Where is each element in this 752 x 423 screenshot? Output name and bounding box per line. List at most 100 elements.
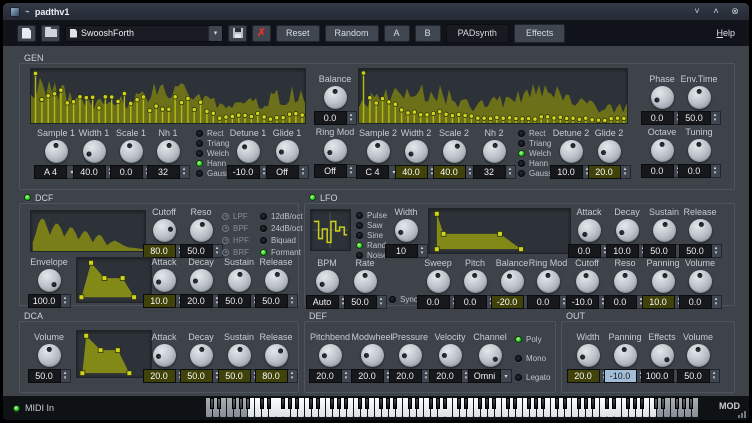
dcf-release-spinbox[interactable]: 50.0 [255, 294, 298, 308]
spin-buttons[interactable] [506, 165, 516, 179]
lfo-cutoff-knob[interactable] [576, 270, 599, 293]
lfo-pitch-knob[interactable] [464, 270, 487, 293]
b-button[interactable]: B [415, 25, 441, 42]
spin-buttons[interactable] [180, 165, 190, 179]
piano-key-black[interactable] [210, 398, 214, 409]
lfo-reso-knob[interactable] [614, 270, 637, 293]
dcf-reso-knob[interactable] [190, 219, 213, 242]
piano-key-black[interactable] [365, 398, 369, 409]
piano-key-black[interactable] [330, 398, 334, 409]
open-preset-button[interactable] [41, 25, 60, 42]
piano-key-black[interactable] [584, 398, 588, 409]
piano-key-black[interactable] [429, 398, 433, 409]
piano-key-black[interactable] [217, 398, 221, 409]
lfo-volume-knob[interactable] [689, 270, 712, 293]
gen-glide1-knob[interactable] [276, 140, 299, 163]
radio-hann[interactable]: Hann [518, 159, 552, 167]
harmonics-display-1[interactable] [30, 68, 306, 124]
piano-key-black[interactable] [633, 398, 637, 409]
piano-key-black[interactable] [295, 398, 299, 409]
lfo-rate-spinbox[interactable]: 50.0 [344, 295, 387, 309]
dcf-reso-spinbox[interactable]: 50.0 [180, 244, 223, 258]
def-pitchbend-spinbox[interactable]: 20.0 [309, 369, 352, 383]
radio-gauss[interactable]: Gauss [518, 169, 552, 177]
spin-buttons[interactable] [377, 295, 387, 309]
def-channel-combo[interactable]: Omni▾ [468, 369, 512, 383]
gen-nh1-knob[interactable] [157, 140, 180, 163]
dca-decay-knob[interactable] [190, 344, 213, 367]
def-pressure-knob[interactable] [399, 344, 422, 367]
piano-key-black[interactable] [436, 398, 440, 409]
resize-grip[interactable] [738, 411, 746, 418]
lfo-sustain-knob[interactable] [653, 219, 676, 242]
piano-key-black[interactable] [478, 398, 482, 409]
piano-key-black[interactable] [591, 398, 595, 409]
piano-key-black[interactable] [563, 398, 567, 409]
spin-buttons[interactable] [61, 294, 71, 308]
lfo-env-display[interactable] [428, 208, 571, 254]
piano-key-black[interactable] [246, 398, 250, 409]
save-preset-button[interactable] [228, 25, 247, 42]
piano-key-black[interactable] [379, 398, 383, 409]
gen-envtime-spinbox[interactable]: 50.0 [678, 111, 721, 125]
gen-glide2-spinbox[interactable]: 20.0 [588, 165, 631, 179]
dcf-release-knob[interactable] [265, 269, 288, 292]
spin-buttons[interactable] [61, 369, 71, 383]
spin-buttons[interactable] [712, 244, 722, 258]
piano-key-black[interactable] [626, 398, 630, 409]
lfo-release-knob[interactable] [689, 219, 712, 242]
radio-poly[interactable]: Poly [515, 335, 550, 343]
piano-key-black[interactable] [337, 398, 341, 409]
dcf-decay-knob[interactable] [190, 269, 213, 292]
chevron-down-icon[interactable]: ▾ [208, 26, 222, 41]
radio-biquad[interactable]: Biquad [260, 236, 303, 244]
spin-buttons[interactable] [288, 369, 298, 383]
def-velocity-knob[interactable] [439, 344, 462, 367]
dca-volume-knob[interactable] [38, 344, 61, 367]
gen-nh1-spinbox[interactable]: 32 [147, 165, 190, 179]
piano-key-black[interactable] [527, 398, 531, 409]
piano-key-black[interactable] [541, 398, 545, 409]
radio-24db[interactable]: 24dB/oct [260, 224, 303, 232]
dca-sustain-knob[interactable] [228, 344, 251, 367]
lfo-balance-knob[interactable] [501, 270, 524, 293]
piano-key-black[interactable] [612, 398, 616, 409]
lfo-bpm-knob[interactable] [316, 270, 339, 293]
close-icon[interactable]: ⊗ [728, 6, 742, 18]
piano-key-black[interactable] [443, 398, 447, 409]
maximize-icon[interactable]: ˄ [709, 6, 723, 18]
reset-button[interactable]: Reset [276, 25, 320, 42]
out-volume-knob[interactable] [687, 344, 710, 367]
gen-glide1-spinbox[interactable]: Off [266, 165, 309, 179]
piano-key-black[interactable] [654, 398, 658, 409]
help-button[interactable]: Help [716, 28, 735, 38]
def-channel-knob[interactable] [479, 344, 502, 367]
gen-sample2-knob[interactable] [367, 140, 390, 163]
delete-preset-button[interactable]: ✗ [252, 25, 271, 42]
spin-buttons[interactable] [621, 165, 631, 179]
midi-keyboard[interactable] [206, 398, 699, 418]
dcf-attack-knob[interactable] [153, 269, 176, 292]
dcf-led[interactable] [24, 194, 31, 201]
piano-key-black[interactable] [260, 398, 264, 409]
out-width-knob[interactable] [577, 344, 600, 367]
def-velocity-spinbox[interactable]: 20.0 [429, 369, 472, 383]
piano-key-black[interactable] [457, 398, 461, 409]
radio-welch[interactable]: Welch [518, 149, 552, 157]
piano-key-black[interactable] [534, 398, 538, 409]
spin-buttons[interactable] [710, 369, 720, 383]
piano-key-black[interactable] [288, 398, 292, 409]
out-effects-knob[interactable] [651, 344, 674, 367]
radio-12db[interactable]: 12dB/oct [260, 212, 303, 220]
piano-key-black[interactable] [358, 398, 362, 409]
chevron-down-icon[interactable]: ▾ [501, 369, 512, 383]
gen-scale2-spinbox[interactable]: 40.0 [433, 165, 476, 179]
tab-effects[interactable]: Effects [514, 24, 565, 43]
lfo-decay-knob[interactable] [616, 219, 639, 242]
gen-tuning-knob[interactable] [688, 139, 711, 162]
dcf-cutoff-knob[interactable] [153, 219, 176, 242]
piano-key-black[interactable] [415, 398, 419, 409]
new-preset-button[interactable] [17, 25, 36, 42]
shade-icon[interactable]: ˅ [690, 6, 704, 18]
gen-balance-knob[interactable] [324, 86, 347, 109]
